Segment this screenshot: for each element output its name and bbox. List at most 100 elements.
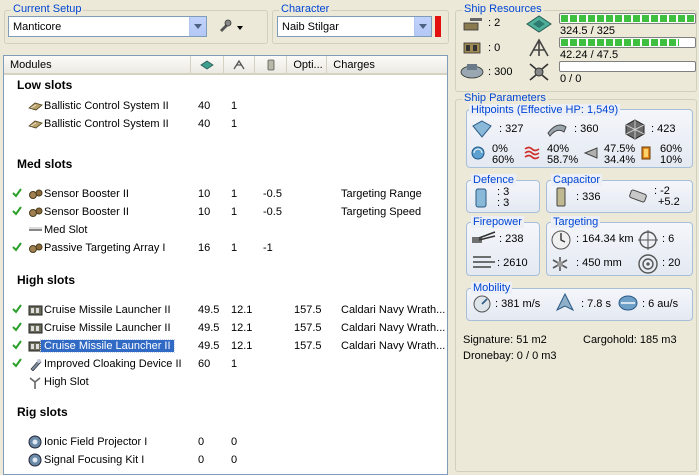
- cargohold-value: Cargohold: 185 m3: [583, 334, 677, 346]
- em-resist-icon: [471, 146, 485, 160]
- module-capacitor: -0.5: [263, 206, 282, 218]
- col-optimal[interactable]: Opti...: [287, 56, 328, 74]
- module-name: Cruise Missile Launcher II: [44, 322, 171, 334]
- module-row[interactable]: Med Slot: [4, 221, 447, 239]
- module-row[interactable]: Cruise Missile Launcher II 49.5 12.1 157.5 C…: [4, 319, 447, 337]
- module-powergrid: 1: [231, 358, 238, 370]
- module-cpu: 0: [198, 454, 205, 466]
- module-row[interactable]: Ballistic Control System II 40 1: [4, 115, 447, 133]
- drone-bandwidth-value: 0 / 0: [560, 73, 582, 85]
- module-row[interactable]: Ionic Field Projector I 0 0: [4, 433, 447, 451]
- module-powergrid: 1: [231, 188, 238, 200]
- targeting-label: Targeting: [551, 216, 601, 228]
- module-name: Ballistic Control System II: [44, 100, 169, 112]
- kinetic-resist-icon: [583, 147, 598, 159]
- targeting-range-value: : 164.34 km: [576, 233, 634, 245]
- capacitor-recharge-icon: [629, 189, 647, 203]
- powergrid-value: 42.24 / 47.5: [560, 49, 619, 61]
- module-row[interactable]: Sensor Booster II 10 1 -0.5 Targeting Range: [4, 185, 447, 203]
- module-icon: [28, 120, 43, 129]
- chevron-down-icon[interactable]: [189, 17, 206, 36]
- scan-resolution-icon: [552, 257, 568, 271]
- active-check-icon[interactable]: [12, 340, 22, 350]
- velocity-icon: [473, 295, 491, 313]
- structure-icon: [625, 119, 645, 140]
- module-cpu: 49.5: [198, 304, 220, 316]
- mobility-label: Mobility: [471, 282, 513, 294]
- character-select[interactable]: Naib Stilgar: [277, 16, 432, 37]
- module-row[interactable]: Ballistic Control System II 40 1: [4, 97, 447, 115]
- firepower-label: Firepower: [471, 216, 524, 228]
- setup-select[interactable]: Manticore: [8, 16, 207, 37]
- module-name: Ionic Field Projector I: [44, 436, 148, 448]
- module-icon: [28, 435, 42, 449]
- module-name: Med Slot: [44, 224, 88, 236]
- capacitor-icon: [556, 187, 566, 207]
- active-check-icon[interactable]: [12, 242, 22, 252]
- launcher-slots-value: : 0: [488, 42, 501, 54]
- shield-boost-icon: [475, 188, 487, 208]
- active-check-icon[interactable]: [12, 358, 22, 368]
- module-cpu: 40: [198, 118, 211, 130]
- module-row[interactable]: Improved Cloaking Device II 60 1: [4, 355, 447, 373]
- powergrid-icon: [233, 59, 245, 69]
- module-powergrid: 12.1: [231, 304, 253, 316]
- defence-label: Defence: [471, 174, 516, 186]
- module-charge: Caldari Navy Wrath...: [341, 322, 446, 334]
- med-slots-heading: Med slots: [17, 157, 73, 171]
- capacitor-delta-bottom: +5.2: [658, 196, 680, 208]
- thermal-resist-icon: [524, 146, 540, 160]
- module-powergrid: 12.1: [231, 322, 253, 334]
- turret-dps-icon: [472, 231, 496, 243]
- col-modules[interactable]: Modules: [4, 56, 191, 74]
- module-powergrid: 1: [231, 100, 238, 112]
- module-powergrid: 1: [231, 118, 238, 130]
- module-capacitor: -0.5: [263, 188, 282, 200]
- active-check-icon[interactable]: [12, 322, 22, 332]
- setup-tools-button[interactable]: [215, 17, 249, 37]
- module-optimal: 157.5: [294, 322, 322, 334]
- character-select-value: Naib Stilgar: [282, 20, 339, 33]
- col-powergrid[interactable]: [224, 56, 256, 74]
- armor-hp-value: : 360: [574, 123, 599, 135]
- module-capacitor: -1: [263, 242, 273, 254]
- empty-slot-icon: [29, 377, 41, 389]
- active-check-icon[interactable]: [12, 304, 22, 314]
- module-row[interactable]: Cruise Missile Launcher II 49.5 12.1 157.5 C…: [4, 301, 447, 319]
- em-resist-bottom: 60%: [492, 154, 515, 166]
- volley-icon: [473, 256, 495, 268]
- scan-resolution-value: : 450 mm: [576, 257, 622, 269]
- module-row[interactable]: High Slot: [4, 373, 447, 391]
- shield-hp-value: : 327: [499, 123, 524, 135]
- dronebay-value: Dronebay: 0 / 0 m3: [463, 350, 557, 362]
- sensor-strength-value: : 20: [662, 257, 681, 269]
- active-check-icon[interactable]: [12, 188, 22, 198]
- col-charges[interactable]: Charges: [327, 56, 447, 74]
- powergrid-icon: [529, 38, 549, 57]
- kinetic-resist-bottom: 34.4%: [604, 154, 636, 166]
- defence-bottom-value: : 3: [497, 197, 510, 209]
- warp-speed-icon: [618, 295, 638, 311]
- module-row[interactable]: Passive Targeting Array I 16 1 -1: [4, 239, 447, 257]
- align-time-icon: [555, 292, 575, 312]
- module-name: Passive Targeting Array I: [44, 242, 166, 254]
- col-capacitor[interactable]: [255, 56, 288, 74]
- turret-slots-value: : 2: [488, 17, 501, 29]
- module-row[interactable]: Cruise Missile Launcher II 49.5 12.1 157.5 C…: [4, 337, 447, 355]
- setup-select-value: Manticore: [13, 20, 62, 33]
- chevron-down-icon[interactable]: [414, 17, 431, 36]
- explosive-resist-icon: [641, 146, 651, 160]
- module-cpu: 0: [198, 436, 205, 448]
- module-row[interactable]: Signal Focusing Kit I 0 0: [4, 451, 447, 469]
- module-powergrid: 1: [231, 206, 238, 218]
- col-cpu[interactable]: [191, 56, 224, 74]
- module-row[interactable]: Sensor Booster II 10 1 -0.5 Targeting Speed: [4, 203, 447, 221]
- modules-header: Modules Opti... Charges: [4, 56, 447, 75]
- active-check-icon[interactable]: [12, 206, 22, 216]
- cpu-bar: [559, 13, 696, 24]
- module-icon: [29, 189, 43, 199]
- module-cpu: 49.5: [198, 340, 220, 352]
- module-powergrid: 12.1: [231, 340, 253, 352]
- modules-list[interactable]: Modules Opti... Charges Low slots Ballis…: [3, 55, 448, 475]
- structure-hp-value: : 423: [651, 123, 676, 135]
